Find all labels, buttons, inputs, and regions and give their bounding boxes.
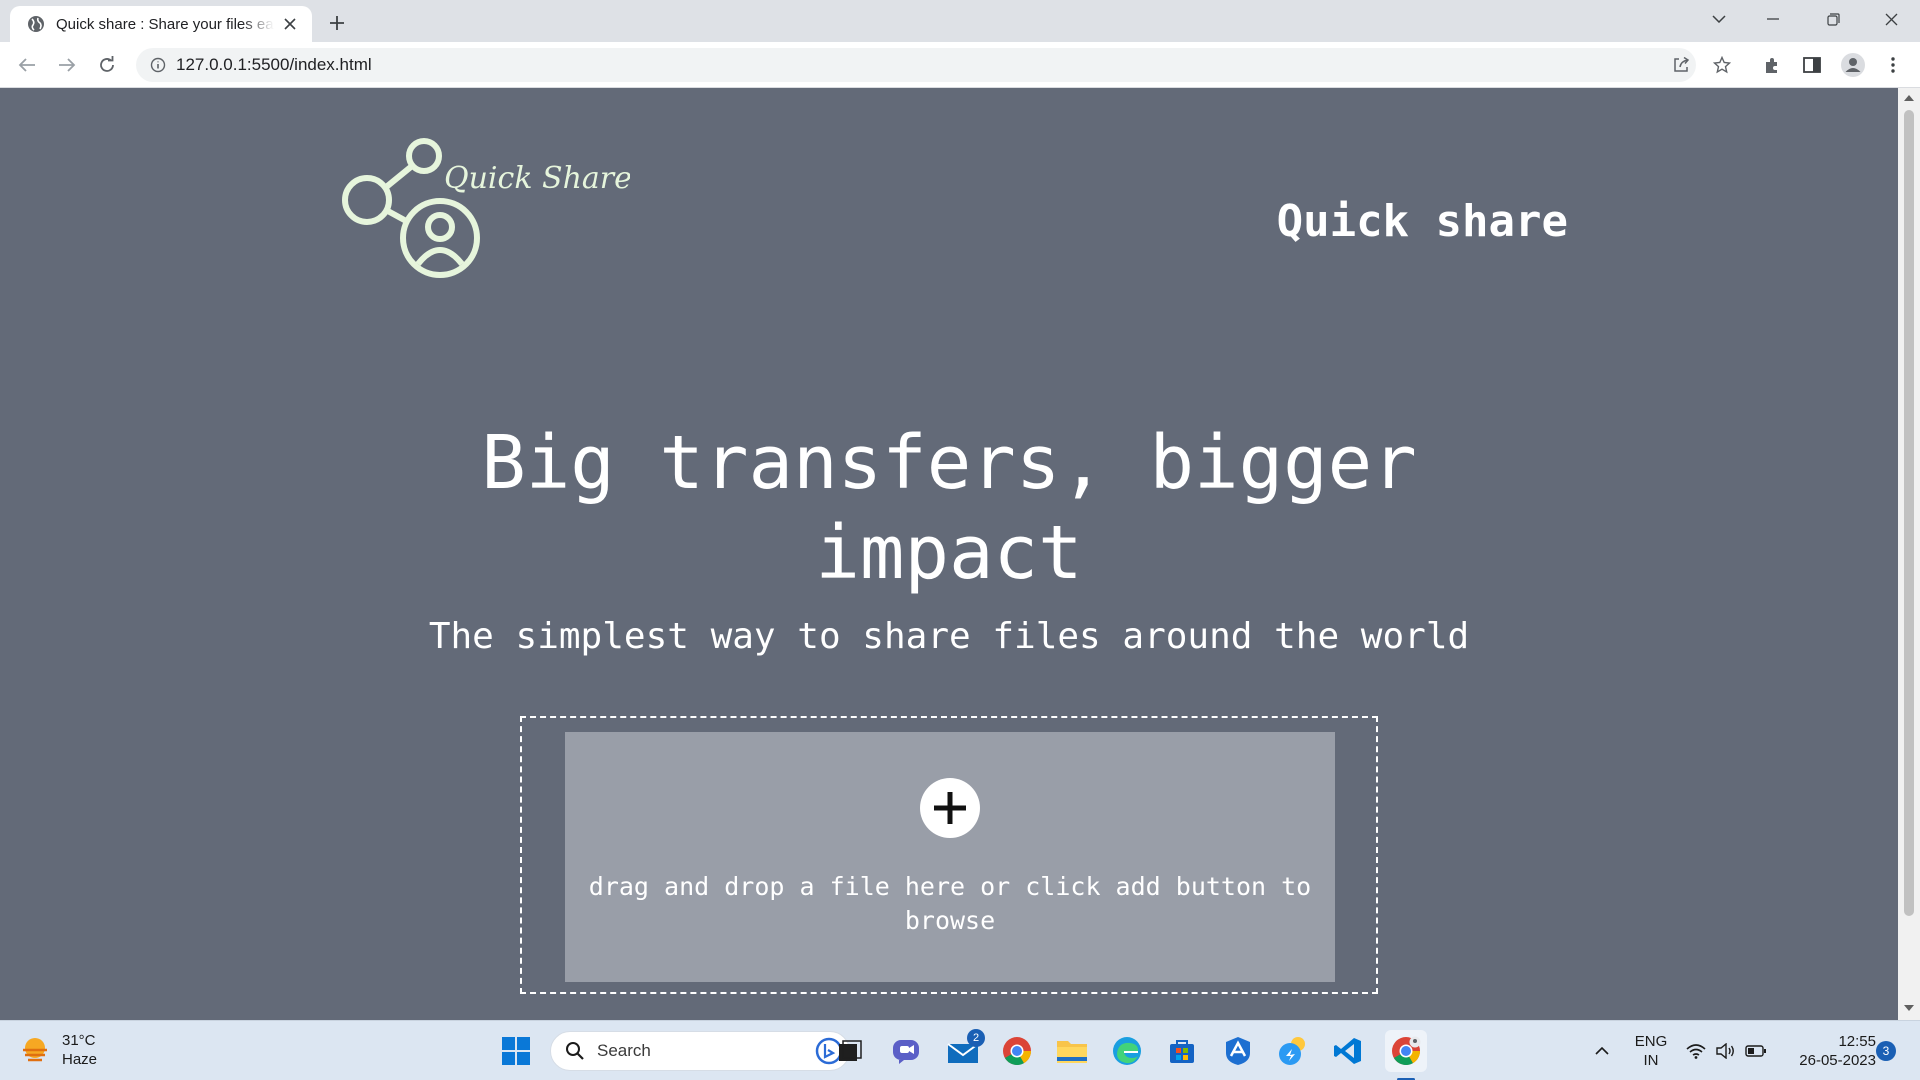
extensions-icon[interactable] [1757, 50, 1787, 80]
page-scrollbar[interactable] [1898, 88, 1920, 1020]
clock[interactable]: 12:55 26-05-2023 [1780, 1032, 1876, 1070]
weather-app-icon[interactable] [1275, 1033, 1311, 1069]
teams-chat-icon[interactable] [888, 1033, 924, 1069]
info-icon[interactable] [150, 57, 166, 73]
tab-title: Quick share : Share your files easily [56, 15, 274, 33]
url-text: 127.0.0.1:5500/index.html [176, 55, 372, 74]
scroll-up-icon[interactable] [1903, 92, 1915, 104]
chrome-icon[interactable] [999, 1033, 1035, 1069]
language-code: ENG [1634, 1033, 1668, 1050]
search-label: Search [597, 1041, 651, 1060]
browser-toolbar: 127.0.0.1:5500/index.html [0, 42, 1920, 88]
share-network-icon: Quick Share [342, 138, 632, 278]
close-tab-icon[interactable] [280, 14, 300, 34]
scroll-down-icon[interactable] [1903, 1002, 1915, 1014]
profile-icon[interactable] [1838, 50, 1868, 80]
clock-date: 26-05-2023 [1799, 1052, 1876, 1069]
bookmark-star-icon[interactable] [1707, 50, 1737, 80]
wifi-icon[interactable] [1680, 1033, 1712, 1069]
address-bar[interactable]: 127.0.0.1:5500/index.html [136, 48, 1696, 82]
mail-icon[interactable]: 2 [945, 1029, 985, 1069]
volume-icon[interactable] [1710, 1033, 1742, 1069]
back-icon[interactable] [12, 50, 42, 80]
copilot-app-icon[interactable] [1220, 1033, 1256, 1069]
add-file-button[interactable] [920, 778, 980, 838]
weather-temperature: 31°C [62, 1032, 96, 1049]
notification-badge[interactable]: 3 [1876, 1041, 1896, 1061]
browser-tab[interactable]: Quick share : Share your files easily [10, 6, 312, 42]
file-explorer-icon[interactable] [1054, 1033, 1090, 1069]
drop-zone[interactable]: drag and drop a file here or click add b… [520, 716, 1378, 994]
nav-title[interactable]: Quick share [1277, 196, 1568, 247]
tab-search-icon[interactable] [1692, 0, 1746, 38]
drop-area[interactable]: drag and drop a file here or click add b… [565, 732, 1335, 982]
restore-button[interactable] [1806, 0, 1860, 38]
weather-widget[interactable]: 31°C Haze [20, 1031, 97, 1069]
close-window-button[interactable] [1864, 0, 1918, 38]
clock-time: 12:55 [1838, 1033, 1876, 1050]
forward-icon[interactable] [52, 50, 82, 80]
windows-taskbar: 31°C Haze Search 2 ENG IN 12:55 26-05-20… [0, 1020, 1920, 1080]
side-panel-icon[interactable] [1797, 50, 1827, 80]
logo-text: Quick Share [444, 161, 630, 196]
share-icon[interactable] [1666, 50, 1696, 80]
vscode-icon[interactable] [1330, 1033, 1366, 1069]
hero-title: Big transfers, bigger impact [481, 420, 1417, 596]
reload-icon[interactable] [92, 50, 122, 80]
haze-sun-icon [23, 1038, 47, 1062]
weather-description: Haze [62, 1051, 98, 1068]
scroll-thumb[interactable] [1904, 110, 1914, 916]
drop-instructions: drag and drop a file here or click add b… [588, 872, 1312, 935]
page-viewport: Quick Share Quick share Big transfers, b… [0, 88, 1898, 1020]
battery-icon[interactable] [1740, 1033, 1772, 1069]
globe-icon [28, 16, 44, 32]
show-hidden-icons-chevron-icon[interactable] [1584, 1033, 1620, 1069]
microsoft-store-icon[interactable] [1164, 1033, 1200, 1069]
windows-start-icon[interactable] [498, 1033, 534, 1069]
taskbar-search[interactable]: Search [550, 1031, 850, 1071]
minimize-button[interactable] [1746, 0, 1800, 38]
chrome-profile-icon[interactable] [1385, 1030, 1427, 1080]
language-indicator[interactable]: ENG IN [1628, 1032, 1674, 1070]
task-view-icon[interactable] [832, 1033, 868, 1069]
new-tab-button[interactable] [324, 10, 350, 36]
edge-icon[interactable] [1109, 1033, 1145, 1069]
hero-subtitle: The simplest way to share files around t… [428, 616, 1470, 657]
mail-badge: 2 [967, 1029, 985, 1047]
quick-share-logo[interactable]: Quick Share [340, 138, 632, 288]
region-code: IN [1643, 1052, 1659, 1069]
plus-icon [934, 792, 966, 824]
tab-strip: Quick share : Share your files easily [0, 0, 1920, 42]
menu-dots-icon[interactable] [1878, 50, 1908, 80]
search-icon [566, 1042, 584, 1060]
